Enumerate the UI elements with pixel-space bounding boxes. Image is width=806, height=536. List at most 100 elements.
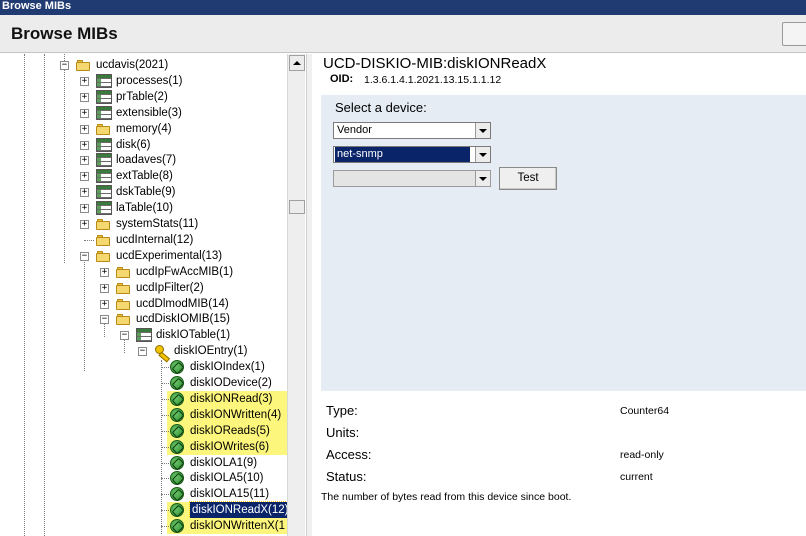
tree-node[interactable]: + disk(6) (0, 137, 287, 153)
vendor-select[interactable]: Vendor (333, 122, 491, 139)
tree-node-label[interactable]: diskIOEntry(1) (174, 343, 248, 359)
collapse-icon[interactable]: − (100, 315, 109, 324)
expand-icon[interactable]: + (100, 284, 109, 293)
expand-icon[interactable]: + (80, 204, 89, 213)
chevron-down-icon[interactable] (475, 147, 490, 162)
tree-node[interactable]: diskIOIndex(1) (0, 359, 287, 375)
tree-node[interactable]: + processes(1) (0, 73, 287, 89)
tree-node-label[interactable]: extTable(8) (116, 168, 173, 184)
tree-node-label[interactable]: diskIONWrittenX(1 (190, 518, 285, 534)
tree-node-label[interactable]: diskIONWritten(4) (190, 407, 281, 423)
tree-node-label[interactable]: diskIOLA5(10) (190, 470, 264, 486)
tree-node[interactable]: + ucdIpFilter(2) (0, 280, 287, 296)
tree-node-label[interactable]: disk(6) (116, 137, 151, 153)
tree-node-label[interactable]: ucdDlmodMIB(14) (136, 296, 229, 312)
tree-node-label[interactable]: dskTable(9) (116, 184, 175, 200)
collapse-icon[interactable]: − (120, 331, 129, 340)
scroll-thumb[interactable] (289, 200, 305, 214)
tree-node[interactable]: + systemStats(11) (0, 216, 287, 232)
units-label: Units: (326, 425, 360, 440)
tree-node-label[interactable]: ucdInternal(12) (116, 232, 193, 248)
tree-node-label[interactable]: systemStats(11) (116, 216, 198, 232)
tree-node[interactable]: − ucdExperimental(13) (0, 248, 287, 264)
tree-node-label[interactable]: prTable(2) (116, 89, 168, 105)
tree-node[interactable]: + prTable(2) (0, 89, 287, 105)
tree-node[interactable]: diskIONReadX(12) (0, 501, 292, 519)
collapse-icon[interactable]: − (80, 252, 89, 261)
tree-node-label[interactable]: ucdIpFilter(2) (136, 280, 204, 296)
expand-icon[interactable]: + (80, 125, 89, 134)
device-panel: Select a device: Vendor net-snmp Test (321, 95, 806, 391)
collapse-icon[interactable]: − (60, 61, 69, 70)
tree-node[interactable]: diskIODevice(2) (0, 375, 287, 391)
tree-node[interactable]: ucdInternal(12) (0, 232, 287, 248)
tree-node[interactable]: − ucdDiskIOMIB(15) (0, 311, 287, 327)
test-button[interactable]: Test (499, 167, 557, 190)
tree-node[interactable]: diskIONWrittenX(1 (0, 518, 287, 534)
tree-node-label[interactable]: processes(1) (116, 73, 182, 89)
tree-scrollbar[interactable] (287, 54, 305, 536)
tree-node[interactable]: − diskIOTable(1) (0, 327, 287, 343)
tree-node-label[interactable]: laTable(10) (116, 200, 173, 216)
tree-node-label[interactable]: ucdDiskIOMIB(15) (136, 311, 230, 327)
tree-node[interactable]: + extensible(3) (0, 105, 287, 121)
chevron-down-icon[interactable] (475, 123, 490, 138)
agent-select[interactable]: net-snmp (333, 146, 491, 163)
chevron-down-icon[interactable] (475, 171, 490, 186)
tree-node-label[interactable]: ucdExperimental(13) (116, 248, 222, 264)
expand-icon[interactable]: + (80, 77, 89, 86)
tree-node-label[interactable]: diskIOReads(5) (190, 423, 270, 439)
tree-node[interactable]: + dskTable(9) (0, 184, 287, 200)
leaf-icon (170, 424, 184, 438)
tree-node-label[interactable]: diskIOWrites(6) (190, 439, 269, 455)
expand-icon[interactable]: + (80, 172, 89, 181)
device-select[interactable] (333, 170, 491, 187)
header-button[interactable] (782, 22, 806, 46)
expand-icon[interactable]: + (100, 268, 109, 277)
window-title: Browse MIBs (2, 0, 72, 12)
tree-node[interactable]: diskIOReads(5) (0, 423, 287, 439)
leaf-icon (170, 376, 184, 390)
collapse-icon[interactable]: − (138, 347, 147, 356)
tree-node-label[interactable]: diskIONReadX(12) (189, 501, 292, 519)
tree-node[interactable]: diskIOLA5(10) (0, 470, 287, 486)
oid-value: 1.3.6.1.4.1.2021.13.15.1.1.12 (364, 74, 502, 86)
tree-connector (84, 240, 94, 241)
tree-node-label[interactable]: diskIOIndex(1) (190, 359, 265, 375)
table-icon (96, 169, 112, 183)
tree-node-label[interactable]: diskIOTable(1) (156, 327, 230, 343)
tree-node-label[interactable]: diskIOLA1(9) (190, 455, 257, 471)
folder-icon (96, 217, 112, 231)
tree-node-label[interactable]: extensible(3) (116, 105, 182, 121)
tree-node[interactable]: + ucdIpFwAccMIB(1) (0, 264, 287, 280)
tree-node-label[interactable]: diskIONRead(3) (190, 391, 272, 407)
tree-node[interactable]: − ucdavis(2021) (0, 57, 287, 73)
tree-node-label[interactable]: memory(4) (116, 121, 172, 137)
expand-icon[interactable]: + (100, 300, 109, 309)
tree-node[interactable]: diskIOWrites(6) (0, 439, 287, 455)
tree-node[interactable]: − diskIOEntry(1) (0, 343, 287, 359)
tree-node[interactable]: diskIOLA1(9) (0, 455, 287, 471)
expand-icon[interactable]: + (80, 156, 89, 165)
expand-icon[interactable]: + (80, 188, 89, 197)
tree-node[interactable]: diskIONWritten(4) (0, 407, 287, 423)
tree-node-label[interactable]: diskIOLA15(11) (190, 486, 269, 502)
expand-icon[interactable]: + (80, 109, 89, 118)
expand-icon[interactable]: + (80, 220, 89, 229)
scroll-up-button[interactable] (289, 55, 305, 71)
tree-node-label[interactable]: ucdIpFwAccMIB(1) (136, 264, 233, 280)
key-icon (154, 344, 170, 358)
window-title-bar: Browse MIBs (0, 0, 806, 15)
tree-node-label[interactable]: diskIODevice(2) (190, 375, 272, 391)
tree-node[interactable]: diskIONRead(3) (0, 391, 287, 407)
tree-node-label[interactable]: loadaves(7) (116, 152, 176, 168)
expand-icon[interactable]: + (80, 93, 89, 102)
tree-node[interactable]: + ucdDlmodMIB(14) (0, 296, 287, 312)
tree-node[interactable]: diskIOLA15(11) (0, 486, 287, 502)
expand-icon[interactable]: + (80, 141, 89, 150)
tree-node[interactable]: + extTable(8) (0, 168, 287, 184)
tree-node[interactable]: + memory(4) (0, 121, 287, 137)
tree-node[interactable]: + laTable(10) (0, 200, 287, 216)
tree-node[interactable]: + loadaves(7) (0, 152, 287, 168)
tree-node-label[interactable]: ucdavis(2021) (96, 57, 168, 73)
